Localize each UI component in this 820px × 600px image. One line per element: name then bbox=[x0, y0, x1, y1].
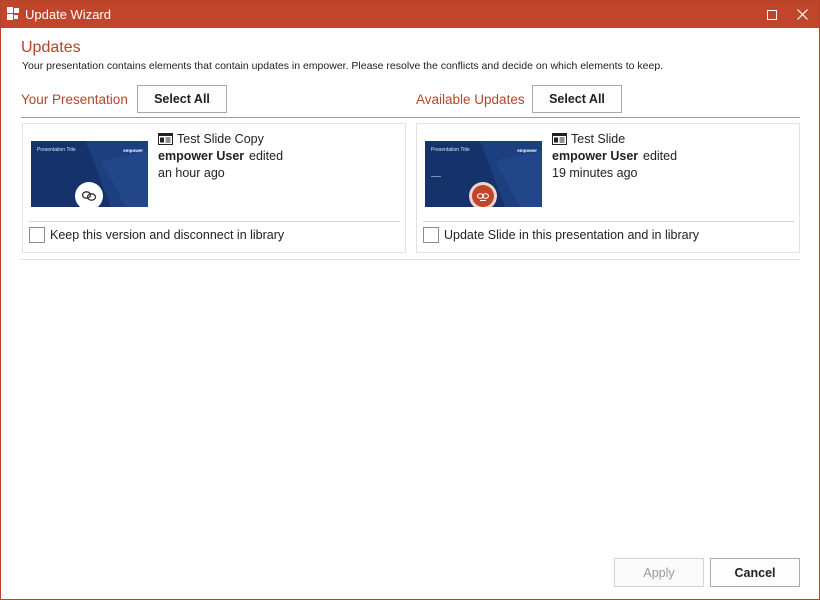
time-ago: 19 minutes ago bbox=[552, 166, 638, 180]
slide-thumbnail: Presentation Title empower bbox=[425, 141, 542, 207]
page-description: Your presentation contains elements that… bbox=[22, 60, 664, 72]
card-divider bbox=[423, 221, 794, 222]
slide-icon bbox=[552, 133, 567, 145]
update-icon bbox=[469, 182, 497, 207]
title-bar[interactable]: Update Wizard bbox=[1, 1, 819, 28]
thumbnail-title: Presentation Title bbox=[431, 147, 470, 153]
your-presentation-card[interactable]: Presentation Title empower Test Slide Co… bbox=[22, 123, 406, 253]
cancel-button[interactable]: Cancel bbox=[710, 558, 800, 587]
update-wizard-window: Update Wizard Updates Your presentation … bbox=[0, 0, 820, 600]
thumbnail-logo: empower bbox=[123, 148, 143, 153]
available-updates-label: Available Updates bbox=[416, 92, 525, 107]
slide-name: Test Slide Copy bbox=[177, 132, 264, 146]
link-icon bbox=[75, 182, 103, 207]
maximize-button[interactable] bbox=[757, 1, 787, 28]
header-divider bbox=[21, 117, 800, 118]
slide-thumbnail: Presentation Title empower bbox=[31, 141, 148, 207]
close-button[interactable] bbox=[787, 1, 817, 28]
your-presentation-label: Your Presentation bbox=[21, 92, 128, 107]
maximize-icon bbox=[767, 9, 777, 20]
update-slide-checkbox[interactable] bbox=[423, 227, 439, 243]
thumbnail-title: Presentation Title bbox=[37, 147, 76, 153]
slide-icon bbox=[158, 133, 173, 145]
user-name: empower User bbox=[158, 149, 245, 163]
action-text: edited bbox=[643, 149, 678, 163]
empower-app-icon bbox=[7, 7, 19, 20]
action-text: edited bbox=[249, 149, 284, 163]
slide-name: Test Slide bbox=[571, 132, 626, 146]
thumbnail-logo: empower bbox=[517, 148, 537, 153]
page-title: Updates bbox=[21, 39, 81, 56]
keep-version-label[interactable]: Keep this version and disconnect in libr… bbox=[50, 228, 284, 242]
update-slide-label[interactable]: Update Slide in this presentation and in… bbox=[444, 228, 699, 242]
time-ago: an hour ago bbox=[158, 166, 225, 180]
thumbnail-line bbox=[431, 176, 441, 177]
select-all-right-button[interactable]: Select All bbox=[532, 85, 622, 113]
user-name: empower User bbox=[552, 149, 639, 163]
select-all-left-button[interactable]: Select All bbox=[137, 85, 227, 113]
available-update-card[interactable]: Presentation Title empower Test Slide em… bbox=[416, 123, 800, 253]
window-title: Update Wizard bbox=[25, 7, 111, 22]
apply-button[interactable]: Apply bbox=[614, 558, 704, 587]
card-divider bbox=[29, 221, 400, 222]
list-bottom-divider bbox=[21, 259, 800, 260]
keep-version-checkbox[interactable] bbox=[29, 227, 45, 243]
close-icon bbox=[796, 9, 808, 20]
